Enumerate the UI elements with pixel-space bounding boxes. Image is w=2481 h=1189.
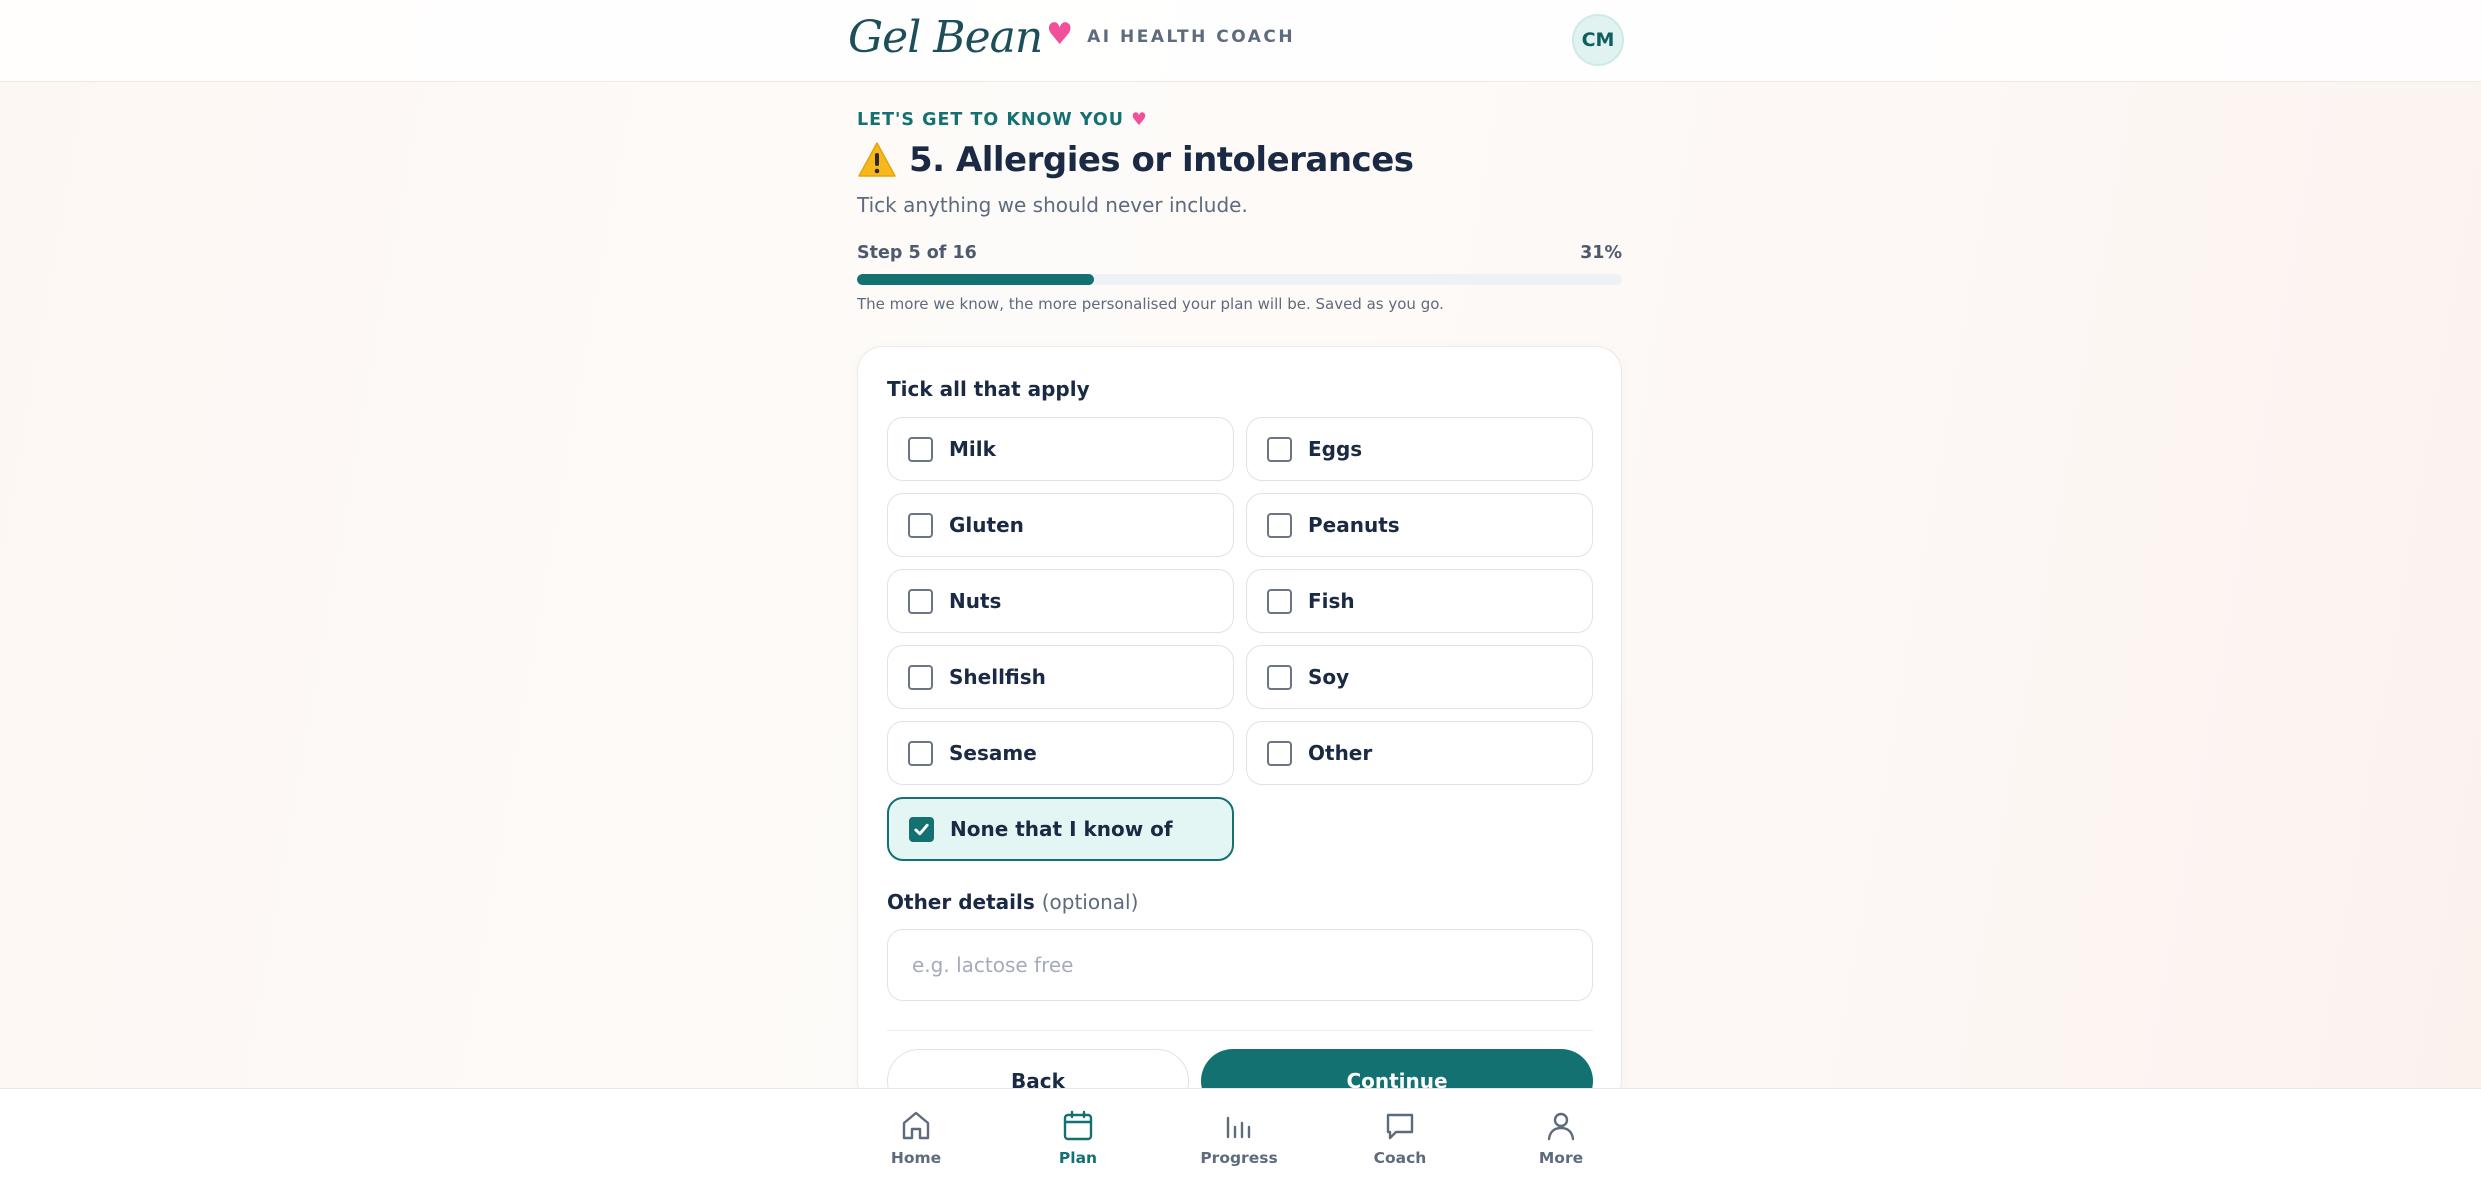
- other-details-input[interactable]: [887, 929, 1593, 1001]
- option-label: Milk: [949, 437, 996, 461]
- nav-label: More: [1538, 1149, 1584, 1167]
- nav-item-coach[interactable]: Coach: [1340, 1109, 1460, 1167]
- page-title-text: 5. Allergies or intolerances: [909, 140, 1414, 180]
- option-label: Eggs: [1308, 437, 1363, 461]
- avatar[interactable]: CM: [1572, 14, 1624, 66]
- home-icon: [902, 1111, 930, 1140]
- option-label: Fish: [1308, 589, 1355, 613]
- card-heading: Tick all that apply: [887, 377, 1090, 401]
- calendar-icon: [1063, 1110, 1093, 1141]
- checkbox[interactable]: [908, 664, 933, 690]
- helper-text: The more we know, the more personalised …: [857, 295, 1444, 313]
- option-label: Sesame: [949, 741, 1037, 765]
- progress-fill: [857, 274, 1095, 285]
- option-gluten[interactable]: Gluten: [887, 493, 1234, 557]
- checkbox[interactable]: [1267, 740, 1292, 766]
- progress-percent: 31%: [1580, 243, 1622, 263]
- logo-wordmark: Gel Bean: [848, 11, 1043, 63]
- eyebrow-label: LET'S GET TO KNOW YOU: [857, 110, 1124, 130]
- checkbox[interactable]: [908, 436, 933, 462]
- nav-label: Plan: [1058, 1149, 1098, 1167]
- option-label: Shellfish: [949, 665, 1046, 689]
- progress-bar: [857, 274, 1622, 285]
- bottom-navigation: Home Plan Progress Coach More: [0, 1088, 2481, 1189]
- nav-item-home[interactable]: Home: [856, 1109, 976, 1167]
- logo-subtitle: AI HEALTH COACH: [1087, 27, 1296, 47]
- checkbox[interactable]: [1267, 588, 1292, 614]
- divider: [887, 1030, 1593, 1031]
- option-sesame[interactable]: Sesame: [887, 721, 1234, 785]
- option-label: Gluten: [949, 513, 1024, 537]
- eyebrow-text: LET'S GET TO KNOW YOU ♥: [857, 110, 1148, 130]
- nav-item-more[interactable]: More: [1501, 1109, 1621, 1167]
- checkbox[interactable]: [1267, 436, 1292, 462]
- heart-icon: ♥: [1046, 16, 1074, 52]
- option-fish[interactable]: Fish: [1246, 569, 1593, 633]
- option-other[interactable]: Other: [1246, 721, 1593, 785]
- page-subtitle: Tick anything we should never include.: [857, 193, 1248, 217]
- bar-chart-icon: [1226, 1116, 1251, 1139]
- option-label: Other: [1308, 741, 1373, 765]
- option-eggs[interactable]: Eggs: [1246, 417, 1593, 481]
- details-label-text: Other details: [887, 890, 1035, 914]
- nav-label: Progress: [1200, 1149, 1278, 1167]
- step-counter: Step 5 of 16: [857, 243, 977, 263]
- chat-icon: [1386, 1113, 1414, 1140]
- option-peanuts[interactable]: Peanuts: [1246, 493, 1593, 557]
- checkbox[interactable]: [908, 588, 933, 614]
- checkmark-icon: [914, 823, 929, 835]
- nav-label: Home: [890, 1149, 942, 1167]
- checkbox[interactable]: [908, 512, 933, 538]
- page-title: 5. Allergies or intolerances: [857, 140, 1414, 180]
- allergies-card: Tick all that apply Milk Eggs Gluten Peanut…: [857, 346, 1622, 1113]
- checkbox[interactable]: [909, 816, 934, 842]
- nav-item-plan[interactable]: Plan: [1018, 1109, 1138, 1167]
- checkbox[interactable]: [908, 740, 933, 766]
- user-icon: [1547, 1112, 1575, 1141]
- checkbox[interactable]: [1267, 664, 1292, 690]
- options-grid: Milk Eggs Gluten Peanuts Nuts Fish Shellfish So…: [887, 417, 1593, 861]
- option-milk[interactable]: Milk: [887, 417, 1234, 481]
- option-label: Nuts: [949, 589, 1002, 613]
- optional-hint: (optional): [1041, 890, 1139, 914]
- nav-label: Coach: [1373, 1149, 1427, 1167]
- option-nuts[interactable]: Nuts: [887, 569, 1234, 633]
- option-label: None that I know of: [950, 817, 1173, 841]
- nav-item-progress[interactable]: Progress: [1179, 1109, 1299, 1167]
- top-header: Gel Bean ♥ AI HEALTH COACH CM: [0, 0, 2481, 82]
- brand-logo[interactable]: Gel Bean ♥ AI HEALTH COACH: [848, 6, 1295, 68]
- option-none-that-i-know-of[interactable]: None that I know of: [887, 797, 1234, 861]
- option-shellfish[interactable]: Shellfish: [887, 645, 1234, 709]
- option-label: Peanuts: [1308, 513, 1400, 537]
- warning-icon: [858, 142, 896, 177]
- checkbox[interactable]: [1267, 512, 1292, 538]
- option-soy[interactable]: Soy: [1246, 645, 1593, 709]
- heart-icon: ♥: [1131, 110, 1148, 130]
- details-label: Other details (optional): [887, 890, 1138, 914]
- option-label: Soy: [1308, 665, 1350, 689]
